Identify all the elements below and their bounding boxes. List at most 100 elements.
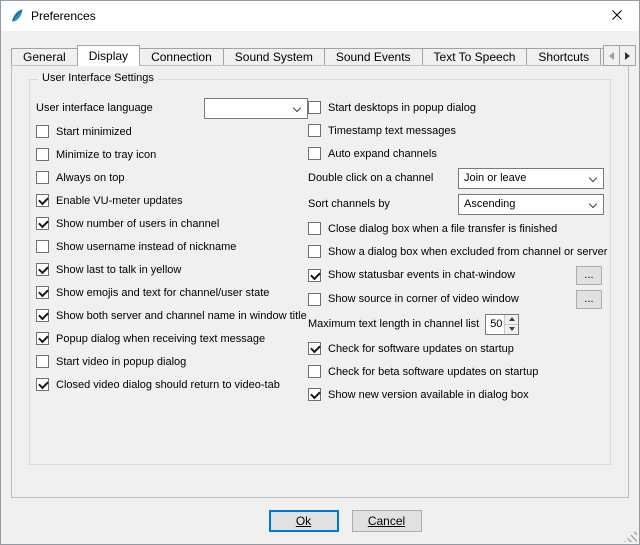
preferences-window: Preferences General Display Connection S… <box>0 0 640 545</box>
more-button-label: ... <box>584 293 593 305</box>
checkbox-label: Always on top <box>56 172 124 184</box>
chevron-down-icon <box>293 103 301 111</box>
spin-down-button[interactable] <box>505 324 518 334</box>
title-bar[interactable]: Preferences <box>1 1 639 31</box>
checkbox[interactable] <box>36 332 49 345</box>
checkbox-label: Start desktops in popup dialog <box>328 102 476 114</box>
check-last-talk-yellow[interactable]: Show last to talk in yellow <box>36 258 308 281</box>
check-emojis-text-state[interactable]: Show emojis and text for channel/user st… <box>36 281 308 304</box>
checkbox[interactable] <box>308 342 321 355</box>
checkbox-label: Start minimized <box>56 126 132 138</box>
sort-channels-combobox[interactable]: Ascending <box>458 194 604 215</box>
spin-up-button[interactable] <box>505 315 518 324</box>
checkbox[interactable] <box>36 309 49 322</box>
tab-text-to-speech[interactable]: Text To Speech <box>422 48 528 65</box>
check-statusbar-events[interactable]: Show statusbar events in chat-window ... <box>308 263 604 287</box>
check-new-version-dialog[interactable]: Show new version available in dialog box <box>308 383 604 406</box>
check-start-minimized[interactable]: Start minimized <box>36 120 308 143</box>
checkbox[interactable] <box>308 147 321 160</box>
max-text-length-spinbox[interactable]: 50 <box>485 314 519 335</box>
tab-scroll-control <box>604 45 636 66</box>
tab-label: Sound System <box>235 50 313 64</box>
checkbox-label: Popup dialog when receiving text message <box>56 333 265 345</box>
tab-sound-system[interactable]: Sound System <box>223 48 325 65</box>
check-server-channel-title[interactable]: Show both server and channel name in win… <box>36 304 308 327</box>
checkbox[interactable] <box>308 124 321 137</box>
check-show-user-count[interactable]: Show number of users in channel <box>36 212 308 235</box>
max-text-length-label: Maximum text length in channel list <box>308 318 479 330</box>
check-desktops-popup[interactable]: Start desktops in popup dialog <box>308 96 604 119</box>
checkbox-label: Start video in popup dialog <box>56 356 186 368</box>
checkbox-label: Show both server and channel name in win… <box>56 310 307 322</box>
checkbox[interactable] <box>36 171 49 184</box>
language-combobox[interactable] <box>204 98 308 119</box>
max-text-length-row: Maximum text length in channel list 50 <box>308 311 604 337</box>
double-click-label: Double click on a channel <box>308 172 458 184</box>
chevron-down-icon <box>589 173 597 181</box>
check-dialog-when-excluded[interactable]: Show a dialog box when excluded from cha… <box>308 240 604 263</box>
checkbox-label: Show new version available in dialog box <box>328 389 529 401</box>
check-minimize-to-tray[interactable]: Minimize to tray icon <box>36 143 308 166</box>
checkbox-label: Closed video dialog should return to vid… <box>56 379 280 391</box>
language-label: User interface language <box>36 102 204 114</box>
checkbox[interactable] <box>36 217 49 230</box>
tab-shortcuts[interactable]: Shortcuts <box>526 48 601 65</box>
checkbox[interactable] <box>36 125 49 138</box>
cancel-button[interactable]: Cancel <box>352 510 422 532</box>
spinbox-arrows <box>504 315 518 334</box>
double-click-combobox[interactable]: Join or leave <box>458 168 604 189</box>
checkbox[interactable] <box>36 378 49 391</box>
check-software-updates[interactable]: Check for software updates on startup <box>308 337 604 360</box>
checkbox-label: Show source in corner of video window <box>328 293 519 305</box>
left-column: User interface language Start minimized … <box>36 96 308 406</box>
checkbox[interactable] <box>308 293 321 306</box>
check-close-on-file-transfer[interactable]: Close dialog box when a file transfer is… <box>308 217 604 240</box>
checkbox[interactable] <box>36 263 49 276</box>
check-vu-meter-updates[interactable]: Enable VU-meter updates <box>36 189 308 212</box>
check-username-instead-nickname[interactable]: Show username instead of nickname <box>36 235 308 258</box>
tab-sound-events[interactable]: Sound Events <box>324 48 423 65</box>
checkbox-label: Show username instead of nickname <box>56 241 236 253</box>
checkbox-label: Check for beta software updates on start… <box>328 366 538 378</box>
check-beta-updates[interactable]: Check for beta software updates on start… <box>308 360 604 383</box>
check-auto-expand-channels[interactable]: Auto expand channels <box>308 142 604 165</box>
checkbox[interactable] <box>36 286 49 299</box>
tab-connection[interactable]: Connection <box>139 48 224 65</box>
check-video-source-corner[interactable]: Show source in corner of video window ..… <box>308 287 604 311</box>
statusbar-events-more-button[interactable]: ... <box>576 266 602 285</box>
checkbox[interactable] <box>308 388 321 401</box>
checkbox-label: Show last to talk in yellow <box>56 264 181 276</box>
settings-columns: User interface language Start minimized … <box>30 80 610 406</box>
tab-scroll-left-button[interactable] <box>603 45 620 66</box>
check-video-popup[interactable]: Start video in popup dialog <box>36 350 308 373</box>
checkbox[interactable] <box>308 269 321 282</box>
checkbox[interactable] <box>308 245 321 258</box>
check-popup-text-message[interactable]: Popup dialog when receiving text message <box>36 327 308 350</box>
video-source-more-button[interactable]: ... <box>576 290 602 309</box>
close-icon <box>612 9 622 23</box>
checkbox[interactable] <box>308 222 321 235</box>
checkbox-label: Auto expand channels <box>328 148 437 160</box>
checkbox[interactable] <box>36 355 49 368</box>
tab-label: Sound Events <box>336 50 411 64</box>
combobox-value: Join or leave <box>464 172 526 184</box>
check-closed-video-return[interactable]: Closed video dialog should return to vid… <box>36 373 308 396</box>
checkbox[interactable] <box>308 101 321 114</box>
tab-scroll-right-button[interactable] <box>619 45 636 66</box>
tab-label: Text To Speech <box>434 50 516 64</box>
checkbox[interactable] <box>308 365 321 378</box>
checkbox[interactable] <box>36 240 49 253</box>
tab-content-pane: User Interface Settings User interface l… <box>11 65 629 498</box>
close-button[interactable] <box>594 1 639 30</box>
tab-general[interactable]: General <box>11 48 78 65</box>
tab-label: Display <box>89 49 128 63</box>
sort-channels-label: Sort channels by <box>308 198 458 210</box>
checkbox[interactable] <box>36 148 49 161</box>
ok-button[interactable]: Ok <box>269 510 339 532</box>
checkbox[interactable] <box>36 194 49 207</box>
down-arrow-icon <box>509 327 515 331</box>
check-always-on-top[interactable]: Always on top <box>36 166 308 189</box>
check-timestamp-messages[interactable]: Timestamp text messages <box>308 119 604 142</box>
more-button-label: ... <box>584 269 593 281</box>
tab-display[interactable]: Display <box>77 45 140 66</box>
